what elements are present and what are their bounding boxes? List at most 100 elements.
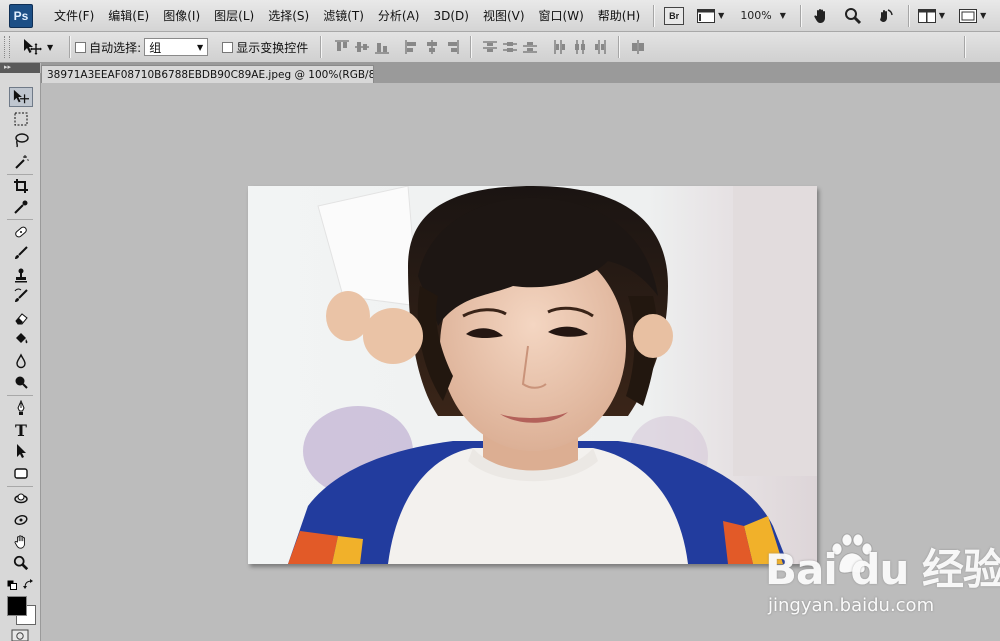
- clone-stamp-tool[interactable]: [9, 265, 33, 285]
- lasso-icon: [15, 133, 29, 148]
- move-icon: [24, 39, 42, 55]
- document-tab-title: 38971A3EEAF08710B6788EBDB90C89AE.jpeg @ …: [47, 68, 374, 81]
- menu-select[interactable]: 选择(S): [261, 7, 316, 24]
- chevron-down-icon: ▼: [718, 11, 725, 20]
- align-bottom-edges-icon[interactable]: [374, 39, 390, 55]
- marquee-tool[interactable]: [9, 109, 33, 129]
- options-separator: [69, 36, 72, 58]
- paint-bucket-tool[interactable]: [9, 329, 33, 349]
- dodge-tool[interactable]: [9, 372, 33, 392]
- auto-select-target-dropdown[interactable]: 组 ▼: [144, 38, 209, 56]
- hand-tool-button[interactable]: [808, 5, 834, 27]
- blur-tool[interactable]: [9, 351, 33, 371]
- pen-tool[interactable]: [9, 398, 33, 418]
- align-left-edges-icon[interactable]: [404, 39, 420, 55]
- distribute-right-edges-icon[interactable]: [592, 39, 608, 55]
- distribute-horizontal-centers-icon[interactable]: [572, 39, 588, 55]
- align-horizontal-centers-icon[interactable]: [424, 39, 440, 55]
- healing-brush-tool[interactable]: [9, 222, 33, 242]
- tools-panel-header[interactable]: ▸▸: [0, 63, 40, 73]
- rotate-view-button[interactable]: [872, 5, 898, 27]
- eyedropper-tool[interactable]: [9, 197, 33, 217]
- brush-icon: [15, 246, 28, 259]
- zoom-level-dropdown[interactable]: 100% ▼: [738, 5, 788, 27]
- distribute-vertical-centers-icon[interactable]: [502, 39, 518, 55]
- quick-mask-icon[interactable]: [11, 629, 29, 641]
- options-bar-grip[interactable]: [4, 36, 10, 58]
- menu-edit[interactable]: 编辑(E): [101, 7, 156, 24]
- menu-analysis[interactable]: 分析(A): [371, 7, 427, 24]
- launch-bridge-button[interactable]: Br: [661, 5, 687, 27]
- auto-select-checkbox-label[interactable]: 自动选择:: [75, 39, 141, 56]
- stamp-icon: [15, 268, 27, 283]
- menu-separator: [907, 4, 910, 27]
- bridge-label: Br: [669, 10, 680, 21]
- chevron-down-icon: ▼: [779, 11, 786, 20]
- photoshop-logo-icon: Ps: [9, 3, 33, 28]
- menu-filter[interactable]: 滤镜(T): [316, 7, 371, 24]
- screen-mode-button[interactable]: ▼: [957, 5, 988, 27]
- dodge-icon: [15, 376, 28, 389]
- distribute-top-edges-icon[interactable]: [482, 39, 498, 55]
- bandage-icon: [15, 226, 27, 238]
- brush-tool[interactable]: [9, 243, 33, 263]
- history-brush-tool[interactable]: [9, 286, 33, 306]
- zoom-tool-button[interactable]: [840, 5, 866, 27]
- zoom-icon: [844, 7, 861, 24]
- 3d-orbit-tool[interactable]: [9, 510, 33, 530]
- magic-wand-icon: [15, 155, 29, 169]
- panel-collapse-icon: ▸▸: [4, 63, 12, 71]
- crop-tool[interactable]: [9, 176, 33, 196]
- document-tab[interactable]: 38971A3EEAF08710B6788EBDB90C89AE.jpeg @ …: [41, 65, 374, 83]
- logo-text: Ps: [13, 8, 29, 23]
- menu-layer[interactable]: 图层(L): [207, 7, 261, 24]
- rotate-view-icon: [879, 8, 893, 22]
- type-tool[interactable]: T: [9, 420, 33, 440]
- distribute-left-edges-icon[interactable]: [552, 39, 568, 55]
- options-separator: [470, 36, 473, 58]
- magic-wand-tool[interactable]: [9, 152, 33, 172]
- portrait-photo: [248, 186, 817, 564]
- align-top-edges-icon[interactable]: [334, 39, 350, 55]
- eraser-tool[interactable]: [9, 308, 33, 328]
- foreground-color-swatch[interactable]: [7, 596, 27, 616]
- align-right-edges-icon[interactable]: [444, 39, 460, 55]
- menu-view[interactable]: 视图(V): [476, 7, 532, 24]
- show-transform-controls-checkbox[interactable]: [222, 41, 234, 53]
- align-vertical-centers-icon[interactable]: [354, 39, 370, 55]
- menu-3d[interactable]: 3D(D): [426, 9, 475, 23]
- auto-align-layers-icon[interactable]: [630, 39, 646, 55]
- show-transform-controls-label[interactable]: 显示变换控件: [222, 39, 308, 56]
- menu-image[interactable]: 图像(I): [156, 7, 207, 24]
- auto-select-checkbox[interactable]: [75, 41, 87, 53]
- bucket-icon: [16, 333, 28, 344]
- type-icon: T: [15, 420, 27, 440]
- zoom-tool[interactable]: [9, 553, 33, 573]
- lasso-tool[interactable]: [9, 130, 33, 150]
- zoom-level-value: 100%: [740, 9, 772, 22]
- tool-preset-picker[interactable]: ▼: [22, 38, 53, 56]
- chevron-down-icon: ▼: [197, 42, 204, 52]
- move-tool[interactable]: [9, 87, 33, 107]
- arrange-documents-button[interactable]: ▼: [916, 5, 947, 27]
- auto-select-target-value: 组: [149, 40, 162, 55]
- rectangle-icon: [14, 468, 28, 479]
- tool-separator: [7, 486, 33, 487]
- document-canvas-image[interactable]: [248, 186, 817, 564]
- swap-colors-icon[interactable]: [23, 579, 34, 590]
- view-extras-button[interactable]: ▼: [695, 5, 726, 27]
- menu-help[interactable]: 帮助(H): [591, 7, 647, 24]
- shape-tool[interactable]: [9, 463, 33, 483]
- menu-file[interactable]: 文件(F): [47, 7, 101, 24]
- distribute-bottom-edges-icon[interactable]: [522, 39, 538, 55]
- menu-window[interactable]: 窗口(W): [532, 7, 591, 24]
- crop-icon: [14, 179, 28, 193]
- auto-select-label: 自动选择:: [89, 40, 142, 55]
- 3d-rotate-tool[interactable]: [9, 489, 33, 509]
- default-colors-icon[interactable]: [7, 580, 17, 590]
- hand-tool[interactable]: [9, 532, 33, 552]
- path-selection-tool[interactable]: [9, 441, 33, 461]
- menu-bar: Ps 文件(F) 编辑(E) 图像(I) 图层(L) 选择(S) 滤镜(T) 分…: [0, 0, 1000, 32]
- menu-separator: [799, 4, 802, 27]
- document-tab-bar: 38971A3EEAF08710B6788EBDB90C89AE.jpeg @ …: [41, 63, 1000, 83]
